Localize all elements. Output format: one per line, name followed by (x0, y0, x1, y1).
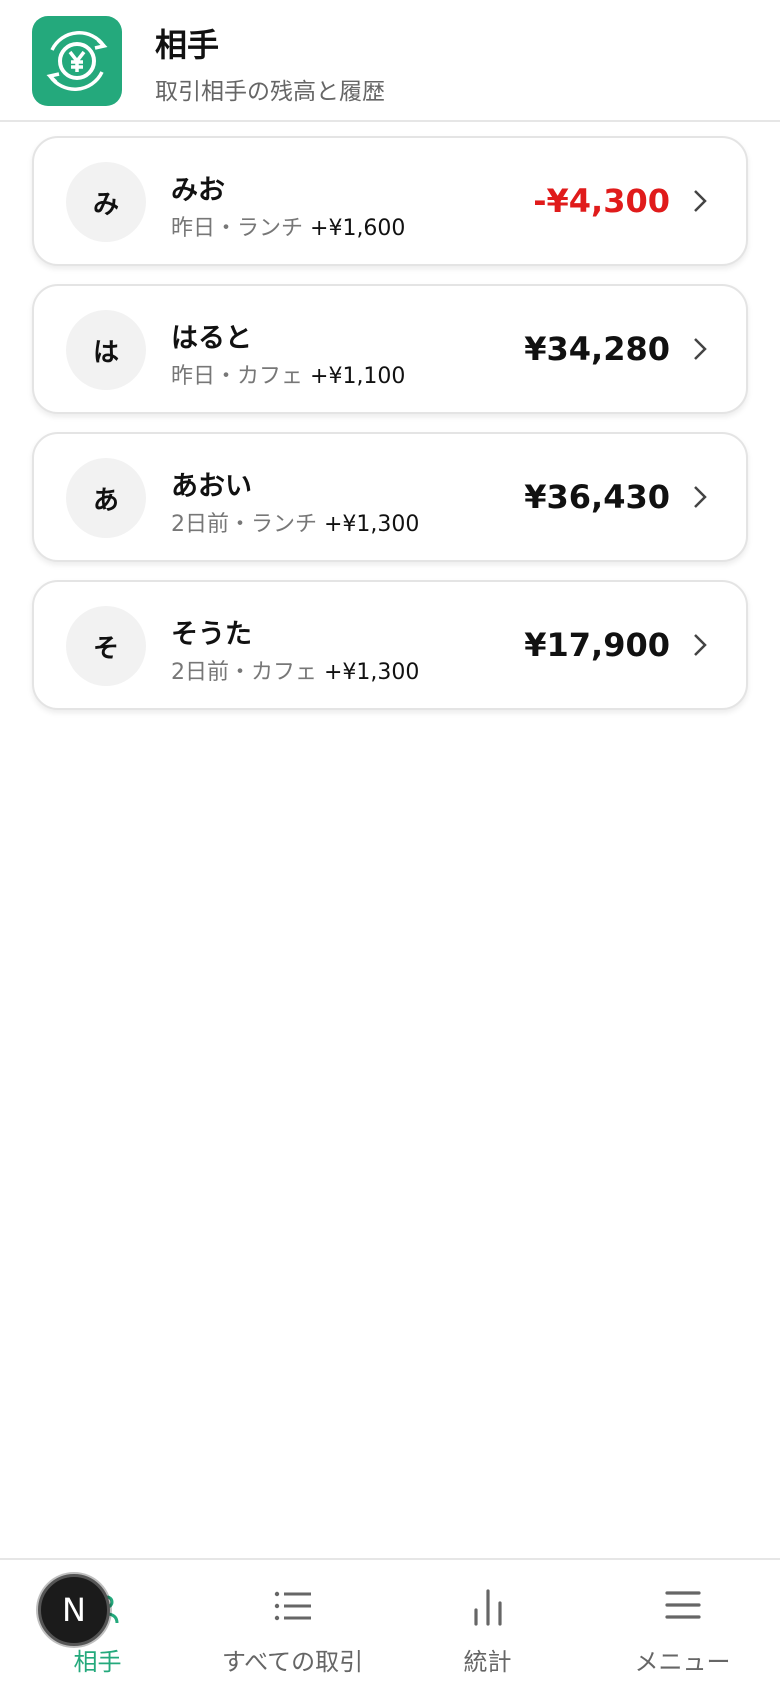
tab-statistics[interactable]: 統計 (390, 1560, 585, 1688)
avatar: は (66, 310, 146, 390)
tab-label: メニュー (634, 1648, 731, 1676)
transaction-info: 昨日・カフェ (171, 364, 304, 389)
bar-chart-icon (473, 1589, 502, 1626)
contact-last-transaction: 昨日・カフェ +¥1,100 (171, 358, 405, 390)
hamburger-menu-icon (664, 1591, 701, 1619)
chevron-right-icon (694, 486, 707, 508)
avatar: そ (66, 606, 146, 686)
badge-letter: N (62, 1591, 86, 1629)
contact-last-transaction: 2日前・カフェ +¥1,300 (171, 654, 419, 686)
contact-balance: ¥34,280 (524, 330, 670, 368)
avatar: あ (66, 458, 146, 538)
chevron-right-icon (694, 190, 707, 212)
contact-card[interactable]: あ あおい 2日前・ランチ +¥1,300 ¥36,430 (32, 432, 748, 562)
transaction-amount: +¥1,600 (310, 216, 406, 241)
tab-label: 相手 (73, 1648, 122, 1676)
page-title: 相手 (155, 26, 220, 64)
transaction-amount: +¥1,100 (310, 364, 406, 389)
contact-last-transaction: 2日前・ランチ +¥1,300 (171, 506, 419, 538)
avatar: み (66, 162, 146, 242)
tab-label: すべての取引 (221, 1648, 364, 1676)
transaction-info: 2日前・カフェ (171, 660, 317, 685)
tab-label: 統計 (463, 1648, 512, 1676)
contact-balance: ¥17,900 (524, 626, 670, 664)
contact-name: そうた (171, 619, 252, 650)
contact-name: あおい (171, 471, 252, 502)
bottom-tab-bar: 相手 すべての取引 統計 メニュー (0, 1558, 780, 1688)
chevron-right-icon (694, 338, 707, 360)
tab-all-transactions[interactable]: すべての取引 (195, 1560, 390, 1688)
contact-name: はると (171, 323, 252, 354)
chevron-right-icon (694, 634, 707, 656)
transaction-info: 昨日・ランチ (171, 216, 304, 241)
contact-card[interactable]: み みお 昨日・ランチ +¥1,600 -¥4,300 (32, 136, 748, 266)
yen-exchange-icon (32, 16, 122, 106)
contact-balance: ¥36,430 (524, 478, 670, 516)
dev-tools-badge[interactable]: N (38, 1574, 110, 1646)
transaction-amount: +¥1,300 (324, 512, 420, 537)
list-icon (274, 1591, 311, 1621)
contact-card[interactable]: は はると 昨日・カフェ +¥1,100 ¥34,280 (32, 284, 748, 414)
transaction-info: 2日前・ランチ (171, 512, 317, 537)
contact-last-transaction: 昨日・ランチ +¥1,600 (171, 210, 405, 242)
page-subtitle: 取引相手の残高と履歴 (155, 79, 385, 105)
contact-balance: -¥4,300 (533, 182, 670, 220)
contact-name: みお (171, 175, 225, 206)
app-header: 相手 取引相手の残高と履歴 (0, 0, 780, 122)
contact-list: み みお 昨日・ランチ +¥1,600 -¥4,300 は はると 昨日・カフェ… (32, 136, 748, 728)
tab-menu[interactable]: メニュー (585, 1560, 780, 1688)
transaction-amount: +¥1,300 (324, 660, 420, 685)
contact-card[interactable]: そ そうた 2日前・カフェ +¥1,300 ¥17,900 (32, 580, 748, 710)
